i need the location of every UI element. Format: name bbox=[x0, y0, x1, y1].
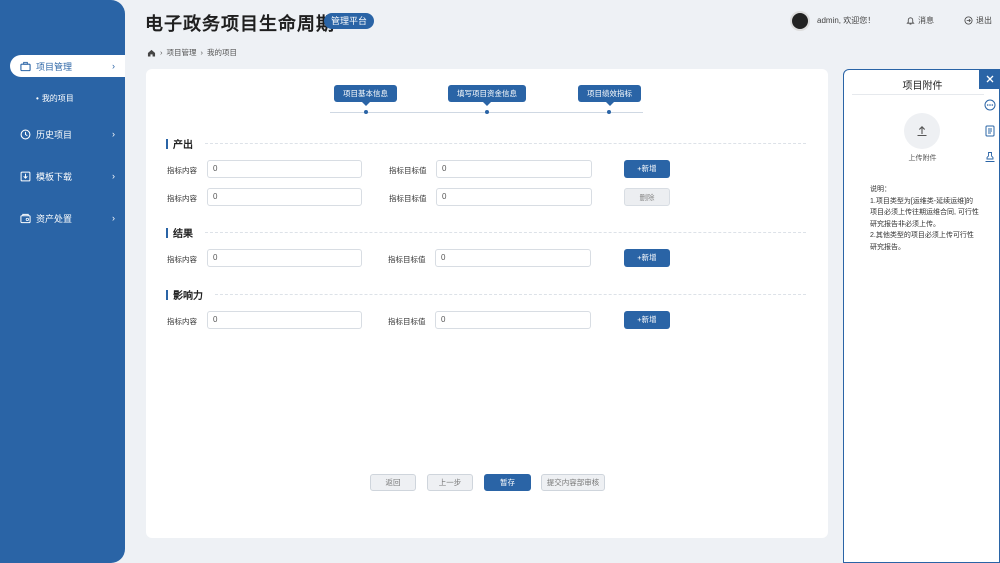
indicator-target-input[interactable]: 0 bbox=[435, 311, 591, 329]
step-dot bbox=[607, 110, 611, 114]
chevron-right-icon: › bbox=[112, 171, 115, 181]
section-impact-title: 影响力 bbox=[166, 287, 806, 302]
app-title: 电子政务项目生命周期 bbox=[145, 14, 335, 34]
delete-button[interactable]: 删除 bbox=[624, 188, 670, 206]
chevron-right-icon: › bbox=[112, 129, 115, 139]
chevron-right-icon: › bbox=[112, 213, 115, 223]
document-icon[interactable] bbox=[984, 125, 996, 137]
field-label: 指标内容 bbox=[167, 255, 197, 264]
sidebar-item-template-download[interactable]: 模板下载 › bbox=[10, 165, 125, 187]
sidebar-item-label: 资产处置 bbox=[36, 213, 73, 224]
indicator-content-input[interactable]: 0 bbox=[207, 188, 362, 206]
back-button[interactable]: 返回 bbox=[370, 474, 416, 491]
close-icon bbox=[986, 75, 993, 83]
sidebar-item-history[interactable]: 历史项目 › bbox=[10, 123, 125, 145]
messages-link[interactable]: 消息 bbox=[906, 15, 934, 26]
user-greeting: admin, 欢迎您！ bbox=[817, 16, 876, 25]
step-dot bbox=[485, 110, 489, 114]
logout-label: 退出 bbox=[976, 16, 992, 25]
messages-label: 消息 bbox=[918, 16, 934, 25]
field-label: 指标目标值 bbox=[388, 255, 426, 264]
field-label: 指标目标值 bbox=[388, 317, 426, 326]
platform-badge: 管理平台 bbox=[324, 13, 375, 29]
step-dot bbox=[364, 110, 368, 114]
indicator-content-input[interactable]: 0 bbox=[207, 249, 362, 267]
field-label: 指标内容 bbox=[167, 166, 197, 175]
asset-icon bbox=[20, 213, 31, 223]
sidebar-item-label: 历史项目 bbox=[36, 129, 73, 140]
add-button[interactable]: +新增 bbox=[624, 160, 670, 178]
add-button[interactable]: +新增 bbox=[624, 311, 670, 329]
indicator-target-input[interactable]: 0 bbox=[435, 249, 591, 267]
field-label: 指标内容 bbox=[167, 317, 197, 326]
avatar[interactable] bbox=[790, 11, 810, 31]
sidebar-item-label: 模板下载 bbox=[36, 171, 73, 182]
step-basic-info[interactable]: 项目基本信息 bbox=[334, 85, 397, 106]
panel-title: 项目附件 bbox=[902, 81, 943, 92]
sidebar-item-label: 项目管理 bbox=[36, 61, 73, 72]
sidebar-item-asset-disposal[interactable]: 资产处置 › bbox=[10, 207, 125, 229]
indicator-content-input[interactable]: 0 bbox=[207, 160, 362, 178]
breadcrumb-item[interactable]: 项目管理 bbox=[167, 47, 197, 58]
field-label: 指标目标值 bbox=[389, 194, 427, 203]
submit-review-button[interactable]: 提交内容部审核 bbox=[541, 474, 605, 491]
notes: 说明： 1.项目类型为[运维类-延续运维]的项目必须上传往期运维合同, 可行性研… bbox=[870, 186, 979, 251]
logout-link[interactable]: 退出 bbox=[964, 15, 992, 26]
attachment-panel: 项目附件 上传附件 说明： 1.项目类型为[运维类-延续运维]的项目必须上传往期… bbox=[843, 69, 1000, 563]
stamp-icon[interactable] bbox=[984, 151, 996, 163]
step-fund-info[interactable]: 填写项目资金信息 bbox=[448, 85, 526, 106]
logout-icon bbox=[964, 16, 973, 25]
main-card: 项目基本信息 填写项目资金信息 项目绩效指标 产出 指标内容 0 指标目标值 0… bbox=[146, 69, 828, 538]
close-panel-button[interactable] bbox=[979, 69, 1000, 89]
upload-label: 上传附件 bbox=[908, 155, 937, 162]
home-icon[interactable] bbox=[147, 49, 156, 57]
prev-step-button[interactable]: 上一步 bbox=[427, 474, 473, 491]
breadcrumb-item: 我的项目 bbox=[207, 48, 237, 57]
bell-icon bbox=[906, 17, 915, 25]
sidebar-item-project-management[interactable]: 项目管理 › bbox=[10, 55, 125, 77]
section-output-title: 产出 bbox=[166, 136, 806, 151]
field-label: 指标目标值 bbox=[389, 166, 427, 175]
indicator-target-input[interactable]: 0 bbox=[436, 188, 592, 206]
field-label: 指标内容 bbox=[167, 194, 197, 203]
add-button[interactable]: +新增 bbox=[624, 249, 670, 267]
clock-icon bbox=[20, 129, 31, 139]
indicator-target-input[interactable]: 0 bbox=[436, 160, 592, 178]
sidebar-subitem-my-projects[interactable]: 我的项目 bbox=[36, 93, 74, 104]
section-result-title: 结果 bbox=[166, 225, 806, 240]
breadcrumb: › 项目管理 › 我的项目 bbox=[147, 47, 237, 58]
indicator-content-input[interactable]: 0 bbox=[207, 311, 362, 329]
chevron-right-icon: › bbox=[112, 61, 115, 71]
upload-icon bbox=[917, 126, 927, 137]
upload-button[interactable] bbox=[904, 113, 940, 149]
save-draft-button[interactable]: 暂存 bbox=[484, 474, 531, 491]
more-icon[interactable] bbox=[984, 99, 996, 111]
download-icon bbox=[20, 171, 31, 181]
briefcase-icon bbox=[20, 61, 31, 71]
sidebar bbox=[0, 0, 125, 563]
step-performance[interactable]: 项目绩效指标 bbox=[578, 85, 641, 106]
